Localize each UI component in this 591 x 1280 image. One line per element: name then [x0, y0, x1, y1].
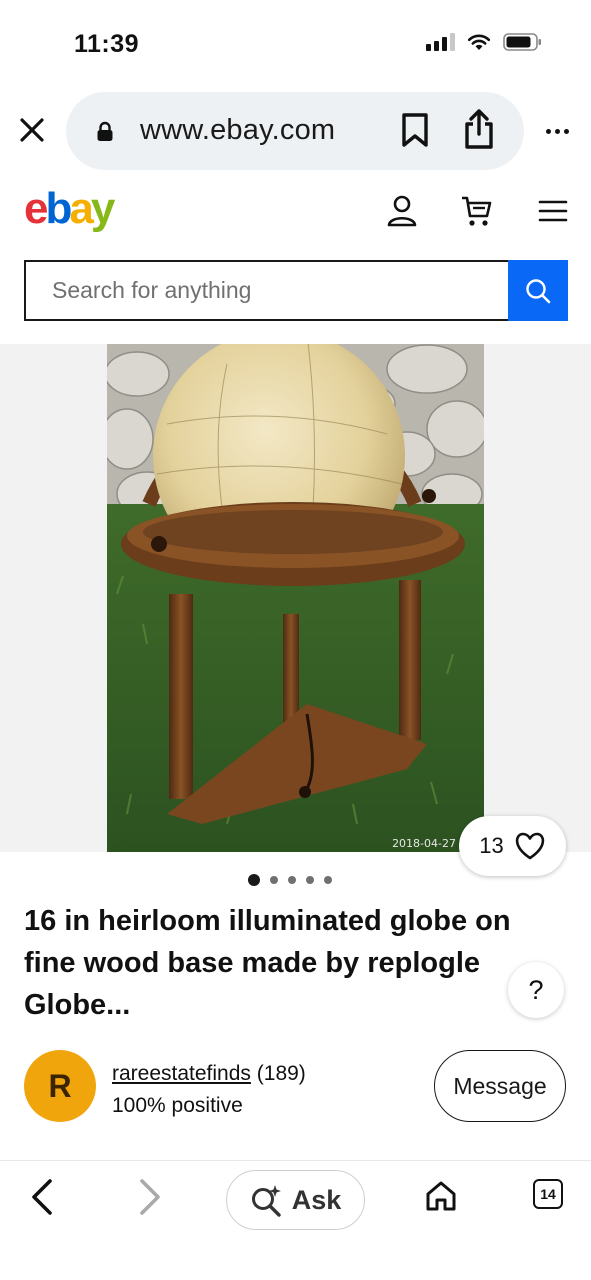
search-button[interactable] [508, 260, 568, 321]
message-button[interactable]: Message [434, 1050, 566, 1122]
site-header: ebay [0, 182, 591, 244]
seller-info: rareestatefinds (189) [112, 1062, 306, 1086]
listing-title: 16 in heirloom illuminated globe on fine… [24, 905, 511, 1021]
more-icon[interactable] [542, 118, 572, 144]
tab-count: 14 [540, 1186, 556, 1202]
browser-toolbar: Ask 14 [0, 1160, 591, 1280]
gallery-pagination [248, 874, 332, 886]
share-icon[interactable] [462, 108, 496, 150]
status-icons [426, 32, 543, 52]
url-text[interactable]: www.ebay.com [140, 114, 335, 147]
bookmark-icon[interactable] [400, 112, 430, 148]
tabs-icon[interactable]: 14 [533, 1179, 563, 1209]
wifi-icon [467, 34, 491, 50]
photo-date: 2018-04-27 [392, 837, 456, 850]
ebay-logo[interactable]: ebay [24, 184, 115, 234]
watch-button[interactable]: 13 [459, 816, 566, 876]
back-icon[interactable] [28, 1177, 56, 1217]
seller-name-link[interactable]: rareestatefinds [112, 1062, 251, 1085]
forward-icon[interactable] [136, 1177, 164, 1217]
address-bar[interactable]: www.ebay.com [66, 92, 524, 170]
ask-label: Ask [291, 1184, 342, 1215]
watch-count: 13 [479, 833, 504, 858]
help-button[interactable]: ? [508, 962, 564, 1018]
home-icon[interactable] [424, 1179, 458, 1213]
status-bar: 11:39 [0, 0, 591, 88]
cellular-signal-icon [426, 33, 455, 51]
account-icon[interactable] [386, 194, 418, 228]
seller-feedback-count: (189) [256, 1062, 306, 1085]
ask-button[interactable]: Ask [226, 1170, 365, 1230]
close-icon[interactable] [14, 112, 50, 148]
listing-photo[interactable]: 2018-04-27 [107, 344, 484, 852]
battery-icon [503, 33, 541, 51]
image-gallery[interactable]: 2018-04-27 [0, 344, 591, 852]
pagination-dot[interactable] [248, 874, 260, 886]
menu-icon[interactable] [538, 199, 568, 223]
status-time: 11:39 [74, 30, 140, 58]
globe-photo [107, 344, 484, 852]
pagination-dot[interactable] [324, 876, 332, 884]
ask-sparkle-search-icon [251, 1185, 281, 1217]
pagination-dot[interactable] [288, 876, 296, 884]
search-bar [24, 260, 568, 321]
browser-bar: www.ebay.com [0, 92, 591, 170]
search-icon [526, 278, 551, 303]
seller-positive: 100% positive [112, 1094, 243, 1117]
lock-icon [97, 121, 113, 141]
cart-icon[interactable] [460, 194, 494, 228]
search-input[interactable] [24, 260, 509, 321]
pagination-dot[interactable] [270, 876, 278, 884]
seller-card: R rareestatefinds (189) 100% positive Me… [24, 1050, 568, 1122]
heart-icon [515, 832, 544, 860]
avatar[interactable]: R [24, 1050, 96, 1122]
pagination-dot[interactable] [306, 876, 314, 884]
